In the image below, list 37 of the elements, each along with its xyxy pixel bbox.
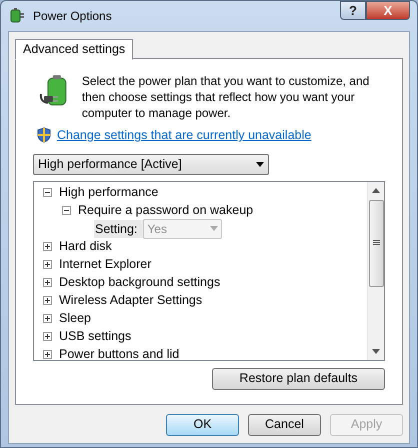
shield-icon	[37, 127, 51, 144]
expand-icon[interactable]	[43, 332, 52, 342]
scrollbar[interactable]	[367, 182, 384, 360]
expand-icon[interactable]	[43, 278, 52, 288]
tree-item[interactable]: Sleep	[59, 309, 91, 328]
expand-icon[interactable]	[43, 242, 52, 252]
tree-item[interactable]: Desktop background settings	[59, 273, 220, 292]
scroll-down-icon[interactable]	[372, 348, 380, 354]
help-button[interactable]: ?	[340, 1, 366, 20]
restore-defaults-button[interactable]: Restore plan defaults	[212, 368, 385, 390]
scroll-up-icon[interactable]	[372, 188, 380, 193]
grip-icon	[372, 240, 380, 246]
window-title: Power Options	[33, 8, 112, 25]
expand-icon[interactable]	[43, 314, 52, 324]
setting-label: Setting:	[94, 220, 144, 238]
tree-item[interactable]: Internet Explorer	[59, 255, 152, 274]
tree-item[interactable]: Require a password on wakeup	[78, 201, 254, 220]
dialog-button[interactable]: OK	[166, 414, 239, 436]
caret-icon	[256, 162, 264, 167]
scrollbar-thumb[interactable]	[368, 200, 384, 287]
tree-item[interactable]: Wireless Adapter Settings	[59, 291, 202, 310]
collapse-icon[interactable]	[43, 188, 52, 198]
battery-plug-icon	[9, 8, 27, 24]
change-settings-link[interactable]: Change settings that are currently unavailable	[57, 126, 312, 145]
expand-icon[interactable]	[43, 260, 52, 270]
tree-item[interactable]: USB settings	[59, 327, 132, 346]
plan-dropdown[interactable]: High performance [Active]	[33, 154, 269, 175]
tree-item[interactable]: Hard disk	[59, 237, 112, 256]
collapse-icon[interactable]	[62, 206, 71, 216]
tab[interactable]: Advanced settings	[15, 39, 134, 60]
dialog-button[interactable]: Cancel	[248, 414, 321, 436]
expand-icon[interactable]	[43, 350, 52, 360]
tree-item[interactable]: High performance	[59, 183, 158, 202]
caret-icon	[210, 226, 218, 232]
description-text: Select the power plan that you want to customize, and then choose settings that reflect how you want your computer to manage power.	[82, 73, 370, 121]
tree-item[interactable]: Power buttons and lid	[59, 345, 180, 360]
expand-icon[interactable]	[43, 296, 52, 306]
